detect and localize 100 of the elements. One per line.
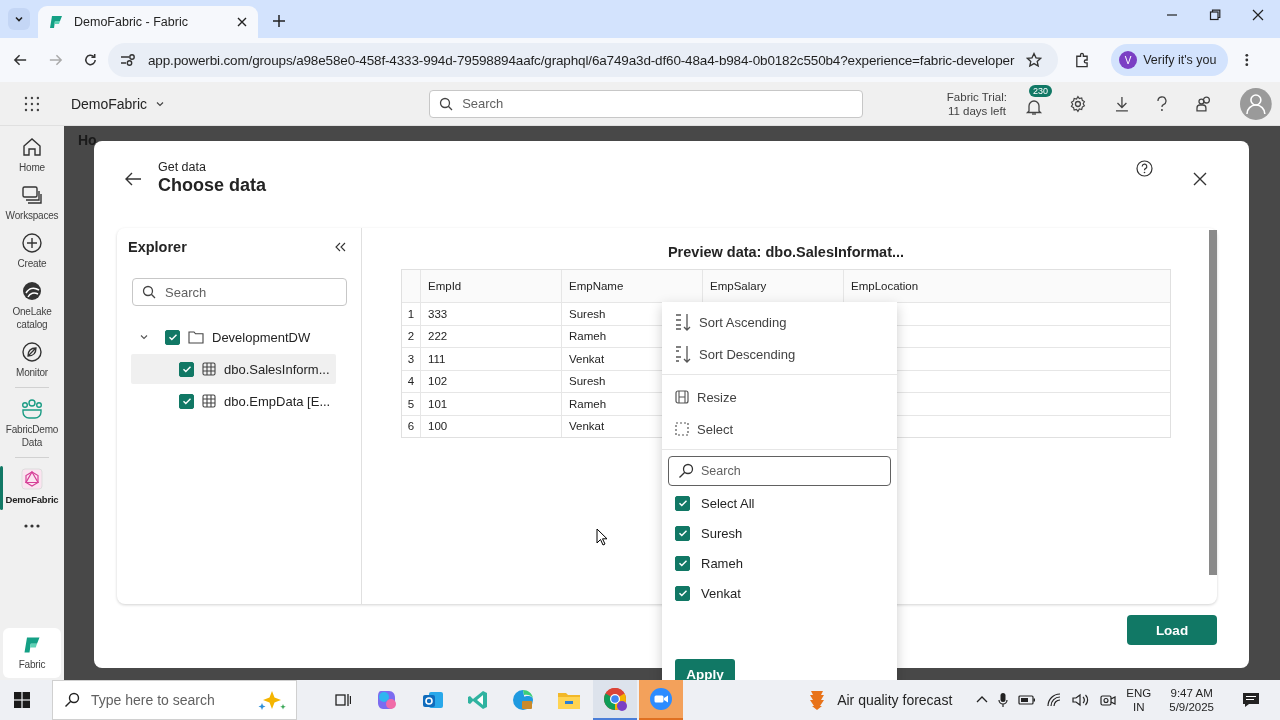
filter-option[interactable]: Venkat bbox=[668, 578, 891, 608]
row-number: 5 bbox=[406, 396, 416, 412]
search-field[interactable]: Search bbox=[132, 278, 347, 306]
scrollbar[interactable] bbox=[1209, 230, 1217, 575]
star-icon[interactable] bbox=[1026, 52, 1043, 68]
taskbar-app[interactable] bbox=[593, 680, 637, 720]
checkbox[interactable] bbox=[675, 585, 690, 601]
checkbox[interactable] bbox=[179, 361, 194, 377]
table-cell: 111 bbox=[420, 348, 561, 370]
workspaces-icon bbox=[21, 184, 43, 206]
camera-icon[interactable] bbox=[1100, 692, 1117, 708]
nav-item[interactable]: Monitor bbox=[0, 339, 64, 387]
windows-start-icon[interactable] bbox=[14, 692, 30, 708]
browser-tab[interactable]: DemoFabric - Fabric bbox=[38, 6, 258, 38]
profile-button[interactable]: V Verify it's you bbox=[1111, 44, 1229, 76]
table-cell: 102 bbox=[420, 370, 561, 392]
nav-item[interactable]: Create bbox=[0, 230, 64, 278]
site-info-icon[interactable] bbox=[120, 53, 136, 67]
restore-icon[interactable] bbox=[1209, 9, 1221, 21]
explorer-title: Explorer bbox=[128, 239, 187, 255]
checkbox[interactable] bbox=[675, 495, 690, 511]
filter-option[interactable]: Suresh bbox=[668, 518, 891, 548]
settings-icon[interactable] bbox=[1068, 94, 1087, 113]
close-icon[interactable] bbox=[1193, 171, 1207, 186]
sort-descending-icon bbox=[675, 345, 691, 363]
nav-item[interactable]: Workspaces bbox=[0, 182, 64, 230]
browser-icon[interactable] bbox=[511, 688, 535, 712]
onelake-icon bbox=[21, 280, 43, 302]
chevron-icon[interactable] bbox=[139, 332, 149, 342]
resize-icon bbox=[675, 390, 689, 404]
workspace-selector[interactable]: DemoFabric bbox=[70, 95, 166, 112]
row-number: 4 bbox=[406, 374, 416, 390]
back-icon[interactable] bbox=[13, 52, 28, 68]
close-icon[interactable] bbox=[236, 16, 248, 28]
checkbox[interactable] bbox=[675, 525, 690, 541]
row-number: 3 bbox=[406, 351, 416, 367]
checkbox[interactable] bbox=[675, 555, 690, 571]
fabric-logo-icon bbox=[48, 14, 64, 30]
language-code[interactable]: ENG bbox=[1126, 686, 1152, 700]
microphone-icon[interactable] bbox=[998, 692, 1009, 708]
wifi-icon[interactable] bbox=[1046, 693, 1063, 707]
sparkle-icon bbox=[257, 689, 287, 711]
search-field[interactable]: Search bbox=[429, 89, 863, 118]
help-icon[interactable] bbox=[1156, 95, 1169, 112]
row-number: 2 bbox=[406, 329, 416, 345]
clock-time[interactable]: 9:47 AM bbox=[1170, 686, 1213, 700]
filter-option[interactable]: Rameh bbox=[668, 548, 891, 578]
column-header[interactable]: EmpId bbox=[420, 270, 561, 302]
notification-badge: 230 bbox=[1028, 84, 1052, 97]
battery-icon[interactable] bbox=[1018, 694, 1037, 706]
fabric-logo-icon bbox=[22, 635, 42, 655]
nav-item[interactable]: DemoFabric bbox=[0, 466, 64, 514]
new-tab-icon[interactable] bbox=[272, 14, 286, 28]
tree-item[interactable]: dbo.EmpData [E... bbox=[131, 386, 336, 416]
tree-item[interactable]: DevelopmentDW bbox=[128, 322, 346, 352]
avatar-icon[interactable] bbox=[1240, 87, 1272, 120]
graph-icon bbox=[21, 468, 43, 490]
tab-list-button[interactable] bbox=[8, 8, 30, 30]
close-icon[interactable] bbox=[1252, 9, 1264, 21]
collapse-icon[interactable] bbox=[335, 242, 346, 252]
search-icon bbox=[142, 285, 156, 299]
reload-icon[interactable] bbox=[83, 52, 98, 68]
home-icon bbox=[21, 136, 43, 158]
download-icon[interactable] bbox=[1113, 95, 1130, 112]
browser-icon bbox=[603, 687, 627, 711]
taskbar-search-field[interactable]: Type here to search bbox=[52, 680, 297, 720]
taskbar-app[interactable] bbox=[639, 680, 683, 720]
chevron-up-icon[interactable] bbox=[976, 695, 989, 705]
nav-item[interactable]: OneLake catalog bbox=[0, 278, 64, 339]
search-field[interactable]: Search bbox=[668, 456, 891, 486]
trial-days: 11 days left bbox=[947, 103, 1006, 118]
filter-option[interactable]: Select All bbox=[668, 488, 891, 518]
menu-icon[interactable] bbox=[1244, 52, 1250, 68]
nav-item[interactable]: Home bbox=[0, 134, 64, 182]
table-icon bbox=[202, 394, 216, 408]
weather-text[interactable]: Air quality forecast bbox=[837, 692, 953, 708]
more-icon[interactable] bbox=[24, 524, 40, 528]
search-icon bbox=[64, 692, 80, 708]
app-icon[interactable] bbox=[375, 688, 399, 712]
sort-ascending-icon bbox=[675, 313, 691, 331]
nav-item[interactable]: FabricDemo Data bbox=[0, 396, 64, 457]
checkbox[interactable] bbox=[165, 329, 180, 345]
app-launcher-icon[interactable] bbox=[24, 95, 40, 112]
notifications-icon[interactable] bbox=[1242, 692, 1260, 708]
code-editor-icon[interactable] bbox=[467, 689, 489, 711]
tree-item[interactable]: dbo.SalesInform... bbox=[131, 354, 336, 384]
video-app-icon bbox=[649, 687, 673, 711]
back-icon[interactable] bbox=[124, 170, 142, 187]
table-cell: 333 bbox=[420, 303, 561, 325]
checkbox[interactable] bbox=[179, 393, 194, 409]
volume-icon[interactable] bbox=[1072, 693, 1091, 707]
bell-icon[interactable] bbox=[1024, 97, 1043, 116]
table-cell: 101 bbox=[420, 393, 561, 415]
clock-date[interactable]: 5/9/2025 bbox=[1169, 700, 1214, 714]
help-icon[interactable] bbox=[1136, 160, 1153, 177]
address-bar[interactable]: app.powerbi.com/groups/a98e58e0-458f-4333-994d-79598894aafc/graphql/6a749a3d-df60-48a4-b984-0b0182c550b4?experience=fabric-developer bbox=[108, 43, 1059, 77]
task-view-icon[interactable] bbox=[335, 692, 351, 708]
fabric-switcher[interactable]: Fabric bbox=[3, 628, 61, 678]
load-button[interactable]: Load bbox=[1127, 615, 1217, 645]
region-code[interactable]: IN bbox=[1133, 700, 1145, 714]
